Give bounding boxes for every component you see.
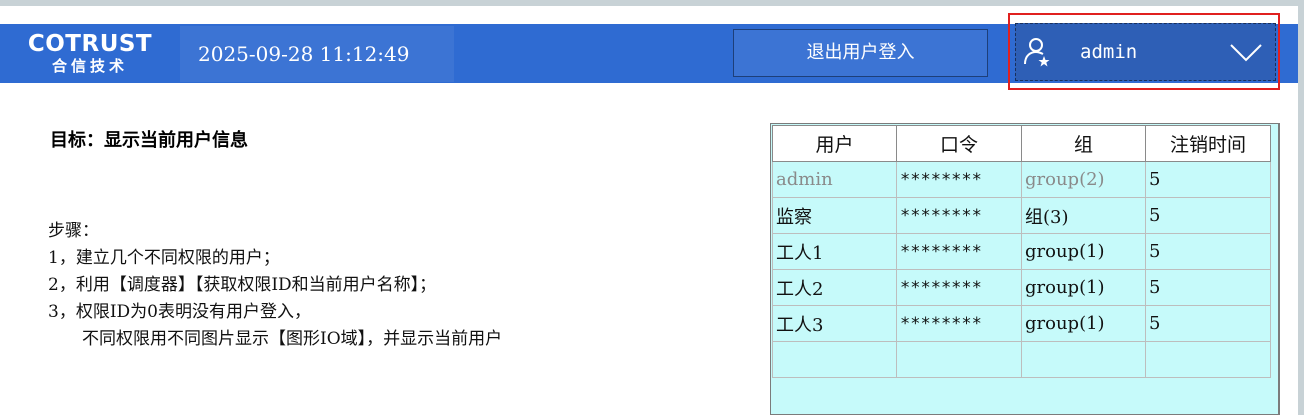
table-header-row: 用户 口令 组 注销时间	[772, 125, 1271, 162]
chevron-down-icon[interactable]	[1228, 40, 1264, 64]
cell-user[interactable]: 工人3	[772, 305, 897, 342]
cell-user[interactable]: admin	[772, 161, 897, 198]
cell-password[interactable]: ********	[896, 269, 1022, 306]
cell-group[interactable]	[1021, 341, 1146, 378]
column-header-user[interactable]: 用户	[772, 125, 897, 162]
cell-group[interactable]: group(1)	[1021, 233, 1146, 270]
step-1: 1，建立几个不同权限的用户；	[48, 248, 280, 268]
cell-logout-time[interactable]	[1145, 341, 1271, 378]
cell-user[interactable]: 工人2	[772, 269, 897, 306]
cell-group[interactable]: group(2)	[1021, 161, 1146, 198]
cell-logout-time[interactable]: 5	[1145, 197, 1271, 234]
cotrust-logo: COTRUST 合信技术	[2, 26, 178, 82]
cell-logout-time[interactable]: 5	[1145, 233, 1271, 270]
step-2: 2，利用【调度器】【获取权限ID和当前用户名称】；	[48, 275, 437, 295]
logo-sub-text: 合信技术	[51, 57, 128, 75]
step-3: 3，权限ID为0表明没有用户登入，	[48, 302, 311, 322]
column-header-password[interactable]: 口令	[896, 125, 1022, 162]
user-star-icon	[1024, 38, 1050, 67]
cell-password[interactable]: ********	[896, 161, 1022, 198]
table-row[interactable]: 工人1 ******** group(1) 5	[772, 233, 1271, 270]
column-header-group[interactable]: 组	[1021, 125, 1146, 162]
goal-text: 目标：显示当前用户信息	[50, 130, 248, 151]
cell-password[interactable]: ********	[896, 197, 1022, 234]
steps-title: 步骤：	[48, 221, 99, 241]
cell-logout-time[interactable]: 5	[1145, 305, 1271, 342]
datetime-display: 2025-09-28 11:12:49	[180, 26, 454, 82]
cell-password[interactable]	[896, 341, 1022, 378]
table-row-empty[interactable]	[772, 341, 1271, 378]
steps-block: 步骤： 1，建立几个不同权限的用户； 2，利用【调度器】【获取权限ID和当前用户…	[48, 218, 502, 353]
table-row[interactable]: 监察 ******** 组(3) 5	[772, 197, 1271, 234]
current-user-name: admin	[1080, 41, 1138, 63]
cell-user[interactable]: 监察	[772, 197, 897, 234]
cell-user[interactable]: 工人1	[772, 233, 897, 270]
table-row[interactable]: 工人2 ******** group(1) 5	[772, 269, 1271, 306]
cell-group[interactable]: group(1)	[1021, 269, 1146, 306]
cell-group[interactable]: group(1)	[1021, 305, 1146, 342]
user-table: 用户 口令 组 注销时间 admin ******** group(2) 5 监…	[772, 125, 1271, 378]
cell-logout-time[interactable]: 5	[1145, 269, 1271, 306]
column-header-logout-time[interactable]: 注销时间	[1145, 125, 1271, 162]
logo-main-text: COTRUST	[27, 31, 153, 57]
cell-password[interactable]: ********	[896, 305, 1022, 342]
table-row[interactable]: admin ******** group(2) 5	[772, 161, 1271, 198]
cell-password[interactable]: ********	[896, 233, 1022, 270]
cell-user[interactable]	[772, 341, 897, 378]
step-3-continued: 不同权限用不同图片显示【图形IO域】，并显示当前用户	[82, 329, 503, 349]
table-row[interactable]: 工人3 ******** group(1) 5	[772, 305, 1271, 342]
cell-logout-time[interactable]: 5	[1145, 161, 1271, 198]
cell-group[interactable]: 组(3)	[1021, 197, 1146, 234]
logout-button[interactable]: 退出用户登入	[733, 29, 988, 77]
